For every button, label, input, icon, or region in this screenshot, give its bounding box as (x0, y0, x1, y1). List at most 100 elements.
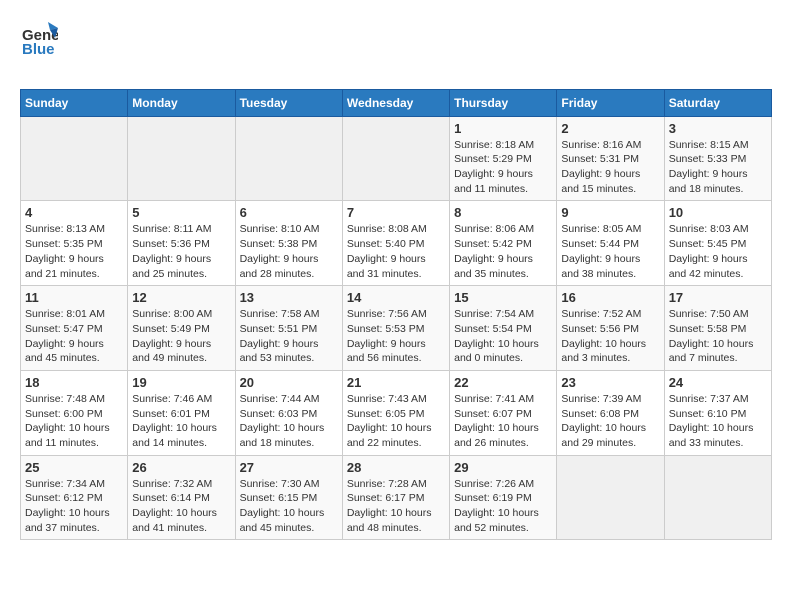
calendar-week-row: 18 Sunrise: 7:48 AMSunset: 6:00 PMDayligh… (21, 370, 772, 455)
calendar-week-row: 4 Sunrise: 8:13 AMSunset: 5:35 PMDaylight… (21, 201, 772, 286)
calendar-day-cell: 23 Sunrise: 7:39 AMSunset: 6:08 PMDayligh… (557, 370, 664, 455)
day-info: Sunrise: 7:26 AMSunset: 6:19 PMDaylight:… (454, 477, 552, 536)
day-info: Sunrise: 8:16 AMSunset: 5:31 PMDaylight:… (561, 138, 659, 197)
day-number: 4 (25, 205, 123, 220)
calendar-day-cell: 16 Sunrise: 7:52 AMSunset: 5:56 PMDayligh… (557, 286, 664, 371)
calendar-day-cell: 4 Sunrise: 8:13 AMSunset: 5:35 PMDaylight… (21, 201, 128, 286)
day-number: 14 (347, 290, 445, 305)
day-number: 24 (669, 375, 767, 390)
day-info: Sunrise: 7:30 AMSunset: 6:15 PMDaylight:… (240, 477, 338, 536)
day-info: Sunrise: 7:39 AMSunset: 6:08 PMDaylight:… (561, 392, 659, 451)
day-info: Sunrise: 8:03 AMSunset: 5:45 PMDaylight:… (669, 222, 767, 281)
calendar-day-cell: 11 Sunrise: 8:01 AMSunset: 5:47 PMDayligh… (21, 286, 128, 371)
day-number: 16 (561, 290, 659, 305)
day-number: 7 (347, 205, 445, 220)
day-of-week-header: Thursday (450, 89, 557, 116)
calendar-day-cell (128, 116, 235, 201)
day-of-week-header: Friday (557, 89, 664, 116)
day-info: Sunrise: 7:52 AMSunset: 5:56 PMDaylight:… (561, 307, 659, 366)
day-number: 13 (240, 290, 338, 305)
day-info: Sunrise: 7:32 AMSunset: 6:14 PMDaylight:… (132, 477, 230, 536)
day-number: 28 (347, 460, 445, 475)
calendar-day-cell: 14 Sunrise: 7:56 AMSunset: 5:53 PMDayligh… (342, 286, 449, 371)
day-number: 29 (454, 460, 552, 475)
day-info: Sunrise: 7:58 AMSunset: 5:51 PMDaylight:… (240, 307, 338, 366)
calendar-day-cell: 3 Sunrise: 8:15 AMSunset: 5:33 PMDaylight… (664, 116, 771, 201)
day-of-week-header: Sunday (21, 89, 128, 116)
day-info: Sunrise: 7:34 AMSunset: 6:12 PMDaylight:… (25, 477, 123, 536)
day-number: 26 (132, 460, 230, 475)
day-of-week-header: Saturday (664, 89, 771, 116)
calendar-table: SundayMondayTuesdayWednesdayThursdayFrid… (20, 89, 772, 541)
day-info: Sunrise: 7:46 AMSunset: 6:01 PMDaylight:… (132, 392, 230, 451)
calendar-day-cell (557, 455, 664, 540)
calendar-day-cell: 6Sunrise: 8:10 AMSunset: 5:38 PMDaylight… (235, 201, 342, 286)
day-number: 20 (240, 375, 338, 390)
calendar-day-cell: 18 Sunrise: 7:48 AMSunset: 6:00 PMDayligh… (21, 370, 128, 455)
calendar-header-row: SundayMondayTuesdayWednesdayThursdayFrid… (21, 89, 772, 116)
calendar-day-cell (21, 116, 128, 201)
day-info: Sunrise: 7:41 AMSunset: 6:07 PMDaylight:… (454, 392, 552, 451)
logo-icon: General Blue (20, 20, 58, 58)
calendar-day-cell: 9Sunrise: 8:05 AMSunset: 5:44 PMDaylight… (557, 201, 664, 286)
day-info: Sunrise: 7:44 AMSunset: 6:03 PMDaylight:… (240, 392, 338, 451)
day-of-week-header: Monday (128, 89, 235, 116)
calendar-day-cell: 1Sunrise: 8:18 AMSunset: 5:29 PMDaylight… (450, 116, 557, 201)
calendar-day-cell: 22 Sunrise: 7:41 AMSunset: 6:07 PMDayligh… (450, 370, 557, 455)
day-info: Sunrise: 8:10 AMSunset: 5:38 PMDaylight:… (240, 222, 338, 281)
day-info: Sunrise: 7:56 AMSunset: 5:53 PMDaylight:… (347, 307, 445, 366)
calendar-day-cell (235, 116, 342, 201)
day-number: 8 (454, 205, 552, 220)
calendar-week-row: 11 Sunrise: 8:01 AMSunset: 5:47 PMDayligh… (21, 286, 772, 371)
day-info: Sunrise: 7:37 AMSunset: 6:10 PMDaylight:… (669, 392, 767, 451)
day-number: 5 (132, 205, 230, 220)
calendar-day-cell: 5 Sunrise: 8:11 AMSunset: 5:36 PMDaylight… (128, 201, 235, 286)
page-header: General Blue (20, 20, 772, 79)
calendar-day-cell: 8 Sunrise: 8:06 AMSunset: 5:42 PMDaylight… (450, 201, 557, 286)
day-info: Sunrise: 7:28 AMSunset: 6:17 PMDaylight:… (347, 477, 445, 536)
calendar-day-cell: 21 Sunrise: 7:43 AMSunset: 6:05 PMDayligh… (342, 370, 449, 455)
day-number: 15 (454, 290, 552, 305)
calendar-day-cell: 19 Sunrise: 7:46 AMSunset: 6:01 PMDayligh… (128, 370, 235, 455)
day-number: 17 (669, 290, 767, 305)
logo: General Blue (20, 20, 58, 79)
day-info: Sunrise: 8:06 AMSunset: 5:42 PMDaylight:… (454, 222, 552, 281)
day-info: Sunrise: 8:00 AMSunset: 5:49 PMDaylight:… (132, 307, 230, 366)
day-number: 21 (347, 375, 445, 390)
calendar-day-cell: 27Sunrise: 7:30 AMSunset: 6:15 PMDayligh… (235, 455, 342, 540)
calendar-day-cell: 29 Sunrise: 7:26 AMSunset: 6:19 PMDayligh… (450, 455, 557, 540)
calendar-day-cell: 13 Sunrise: 7:58 AMSunset: 5:51 PMDayligh… (235, 286, 342, 371)
calendar-day-cell (342, 116, 449, 201)
day-number: 2 (561, 121, 659, 136)
calendar-day-cell: 24 Sunrise: 7:37 AMSunset: 6:10 PMDayligh… (664, 370, 771, 455)
calendar-day-cell: 17 Sunrise: 7:50 AMSunset: 5:58 PMDayligh… (664, 286, 771, 371)
day-number: 3 (669, 121, 767, 136)
day-number: 19 (132, 375, 230, 390)
day-info: Sunrise: 7:50 AMSunset: 5:58 PMDaylight:… (669, 307, 767, 366)
day-number: 18 (25, 375, 123, 390)
calendar-week-row: 1Sunrise: 8:18 AMSunset: 5:29 PMDaylight… (21, 116, 772, 201)
calendar-day-cell: 26 Sunrise: 7:32 AMSunset: 6:14 PMDayligh… (128, 455, 235, 540)
day-number: 22 (454, 375, 552, 390)
day-info: Sunrise: 8:01 AMSunset: 5:47 PMDaylight:… (25, 307, 123, 366)
day-number: 12 (132, 290, 230, 305)
calendar-day-cell: 12 Sunrise: 8:00 AMSunset: 5:49 PMDayligh… (128, 286, 235, 371)
calendar-day-cell: 28 Sunrise: 7:28 AMSunset: 6:17 PMDayligh… (342, 455, 449, 540)
day-info: Sunrise: 8:15 AMSunset: 5:33 PMDaylight:… (669, 138, 767, 197)
day-number: 23 (561, 375, 659, 390)
day-info: Sunrise: 7:54 AMSunset: 5:54 PMDaylight:… (454, 307, 552, 366)
day-info: Sunrise: 8:05 AMSunset: 5:44 PMDaylight:… (561, 222, 659, 281)
calendar-day-cell: 20 Sunrise: 7:44 AMSunset: 6:03 PMDayligh… (235, 370, 342, 455)
day-info: Sunrise: 7:43 AMSunset: 6:05 PMDaylight:… (347, 392, 445, 451)
calendar-day-cell (664, 455, 771, 540)
day-info: Sunrise: 7:48 AMSunset: 6:00 PMDaylight:… (25, 392, 123, 451)
day-of-week-header: Wednesday (342, 89, 449, 116)
day-number: 10 (669, 205, 767, 220)
calendar-week-row: 25Sunrise: 7:34 AMSunset: 6:12 PMDayligh… (21, 455, 772, 540)
day-of-week-header: Tuesday (235, 89, 342, 116)
day-number: 11 (25, 290, 123, 305)
day-info: Sunrise: 8:13 AMSunset: 5:35 PMDaylight:… (25, 222, 123, 281)
svg-text:Blue: Blue (22, 41, 55, 58)
day-info: Sunrise: 8:11 AMSunset: 5:36 PMDaylight:… (132, 222, 230, 281)
day-info: Sunrise: 8:18 AMSunset: 5:29 PMDaylight:… (454, 138, 552, 197)
